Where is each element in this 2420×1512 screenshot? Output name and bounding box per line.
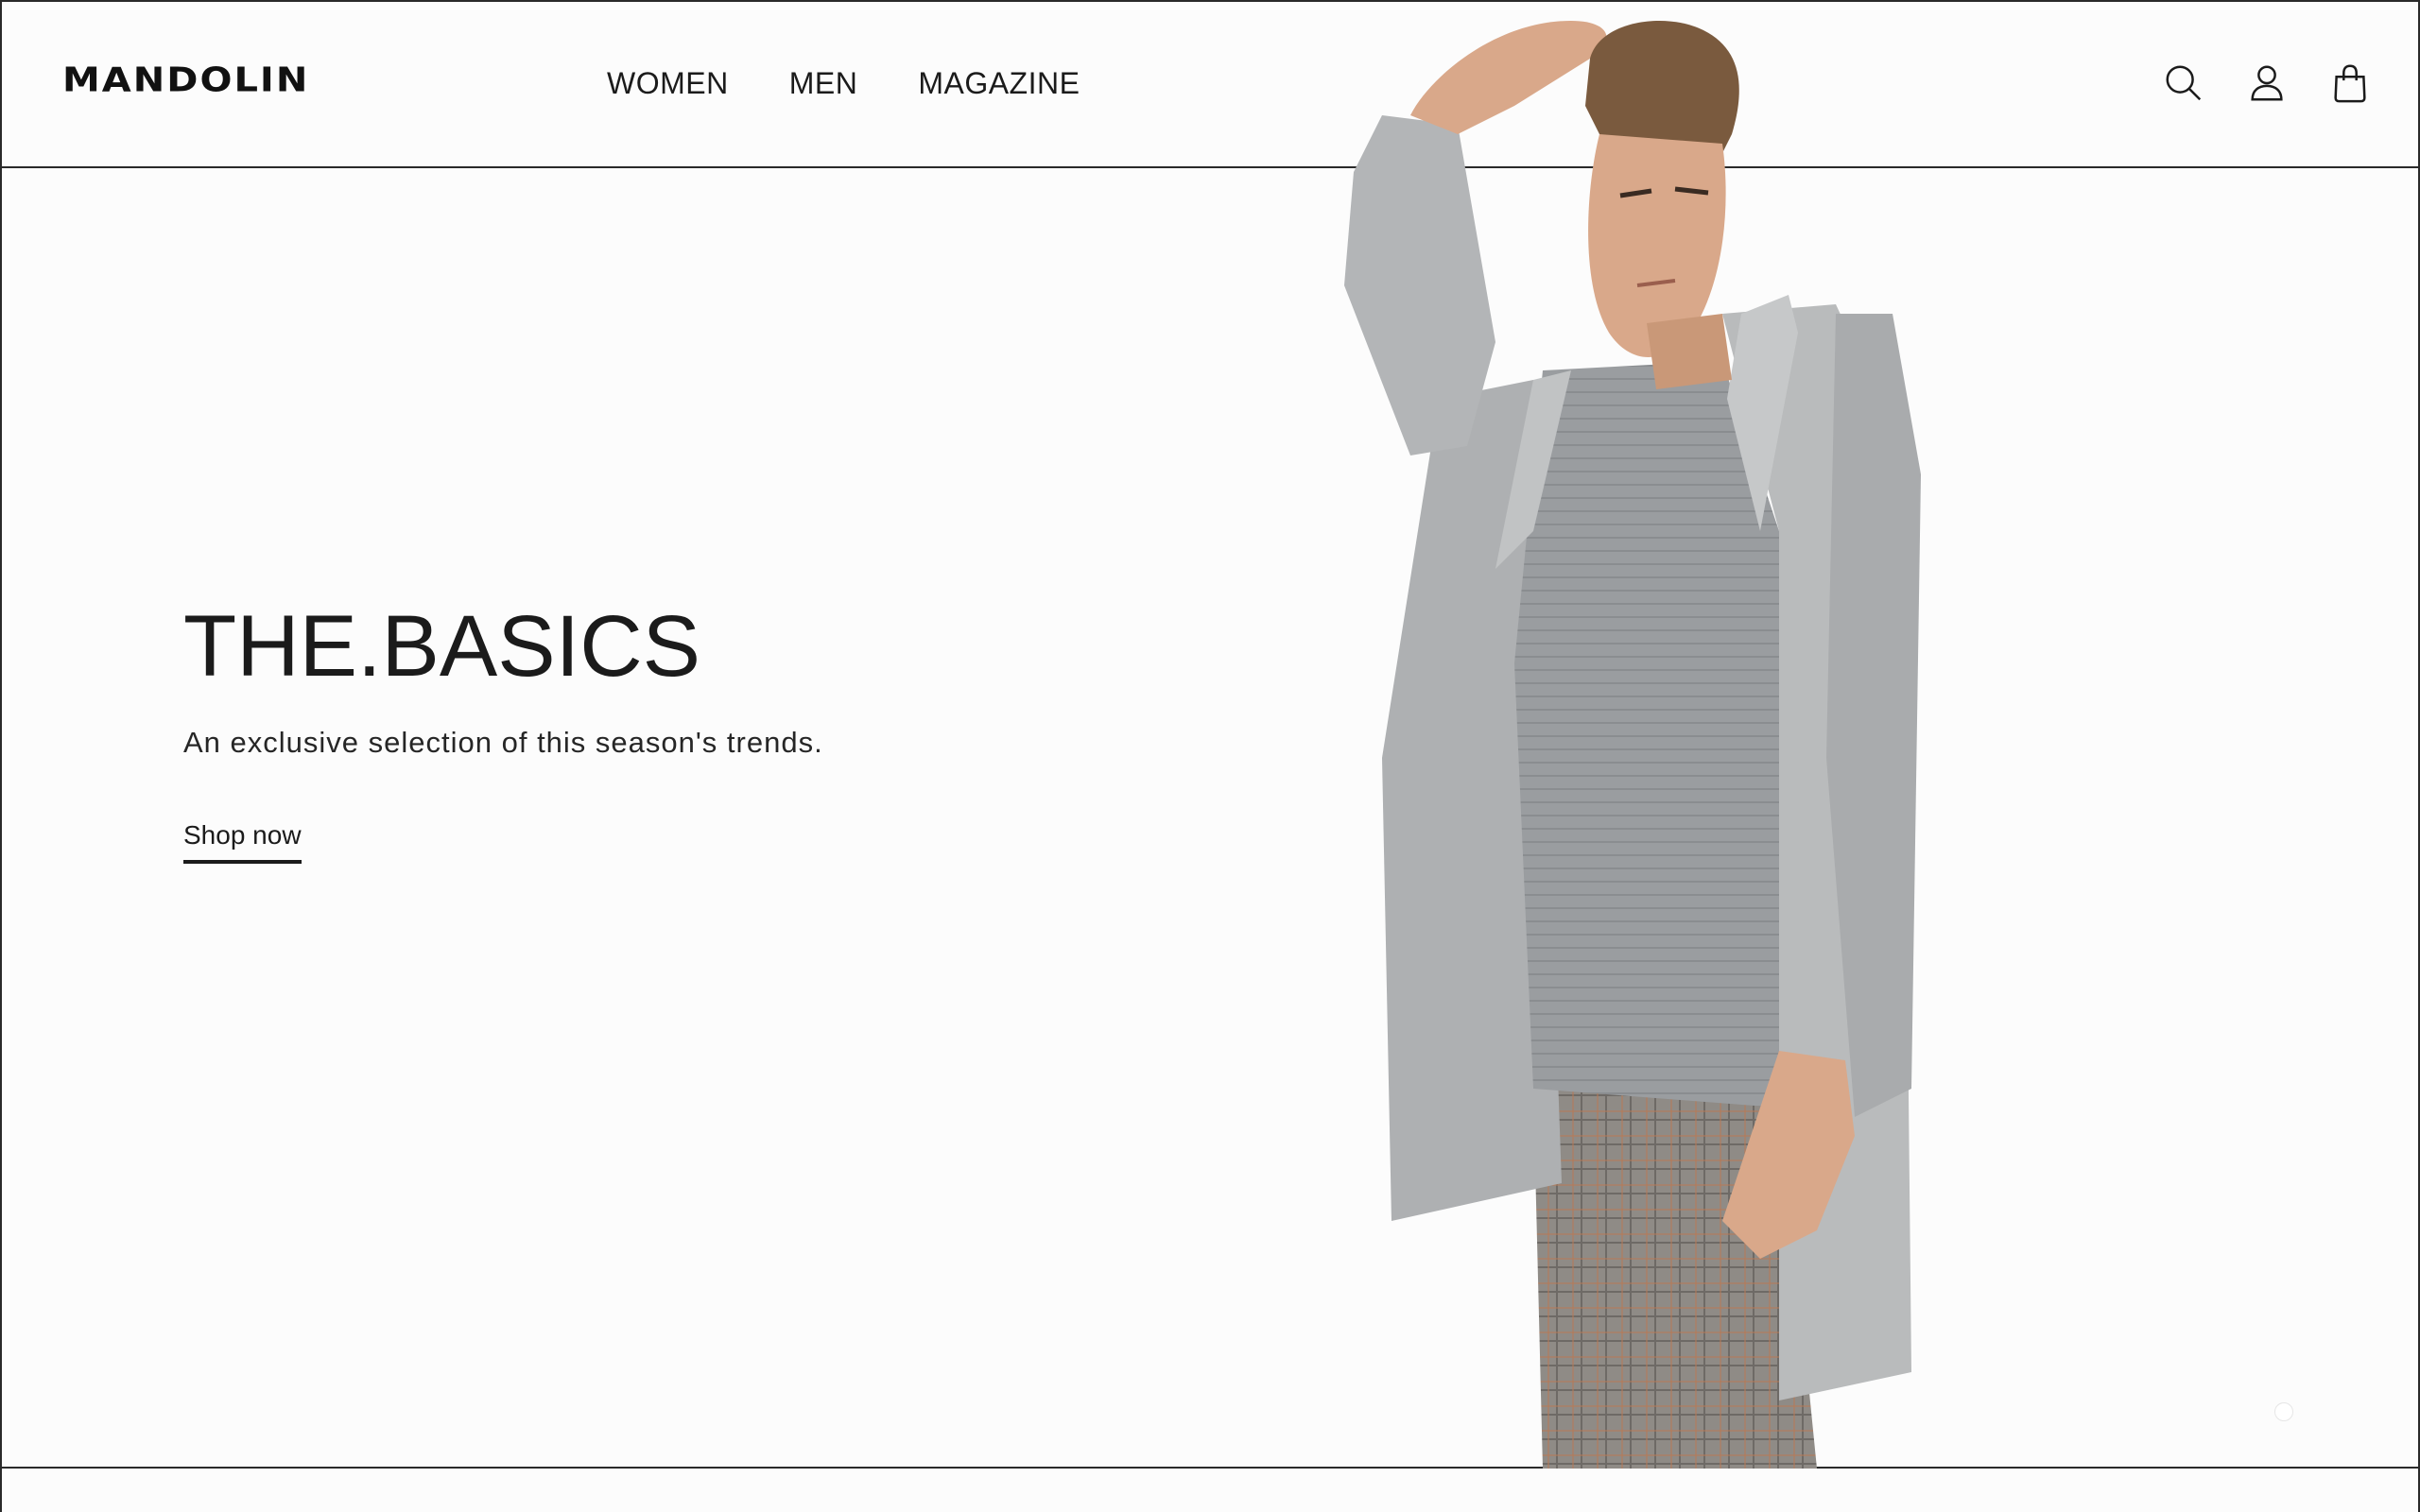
hero-subtitle: An exclusive selection of this season's … — [183, 726, 823, 759]
brand-logo[interactable]: MANDOLIN — [62, 60, 309, 99]
account-button[interactable] — [2244, 60, 2290, 106]
slide-indicator-dot[interactable] — [2274, 1402, 2293, 1421]
search-button[interactable] — [2161, 60, 2206, 106]
header-actions — [2161, 60, 2373, 106]
search-icon — [2166, 65, 2202, 101]
main-nav: WOMEN MEN MAGAZINE — [607, 66, 1080, 101]
account-icon — [2251, 65, 2283, 101]
nav-item-magazine[interactable]: MAGAZINE — [918, 66, 1080, 101]
shopping-bag-icon — [2334, 64, 2366, 103]
hero-model-image — [1344, 21, 1921, 1469]
shop-now-link[interactable]: Shop now — [183, 820, 302, 864]
nav-item-men[interactable]: MEN — [789, 66, 858, 101]
hero-copy: THE.BASICS An exclusive selection of thi… — [183, 603, 823, 864]
hero-title: THE.BASICS — [183, 598, 701, 695]
cart-button[interactable] — [2327, 60, 2373, 106]
nav-item-women[interactable]: WOMEN — [607, 66, 729, 101]
page-frame: MANDOLIN WOMEN MEN MAGAZINE THE.BASICS A… — [0, 0, 2420, 1512]
